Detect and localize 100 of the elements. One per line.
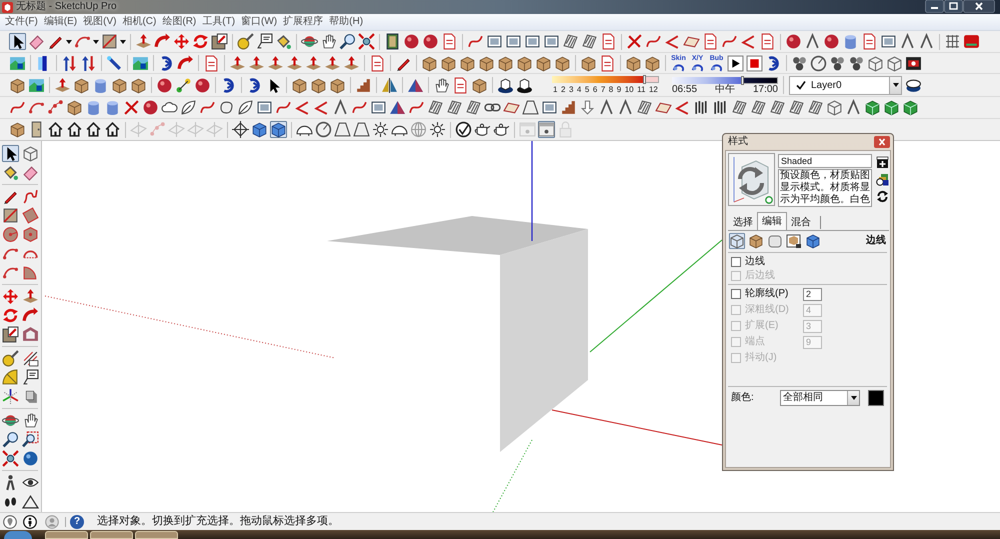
box-arrow-icon[interactable]: [267, 54, 284, 72]
box-icon[interactable]: [535, 54, 552, 72]
hatched-shape-icon[interactable]: [581, 33, 598, 50]
box-icon[interactable]: [291, 76, 308, 94]
circle-icon[interactable]: [315, 121, 332, 138]
number-field[interactable]: 2: [803, 288, 822, 300]
arrow-down-icon[interactable]: [579, 99, 596, 116]
box-icon[interactable]: [497, 54, 514, 72]
leaf-icon[interactable]: [237, 99, 254, 116]
start-button[interactable]: [4, 531, 32, 539]
cylinder-icon[interactable]: [85, 99, 102, 116]
document-icon[interactable]: [861, 33, 878, 50]
tape-measure-icon[interactable]: [2, 350, 19, 367]
document-icon[interactable]: [759, 33, 776, 50]
teapot-icon[interactable]: [474, 121, 491, 138]
frame-icon[interactable]: [880, 33, 897, 50]
box-icon[interactable]: [864, 99, 881, 116]
peak-icon[interactable]: [598, 99, 615, 116]
triangle-icon[interactable]: [407, 76, 424, 94]
menu-item[interactable]: 扩展程序: [280, 14, 326, 30]
peak-icon[interactable]: [845, 99, 862, 116]
frame-icon[interactable]: [370, 99, 387, 116]
menu-item[interactable]: 绘图(R): [159, 14, 200, 30]
sun-icon[interactable]: [429, 121, 446, 138]
hatched-shape-icon[interactable]: [807, 99, 824, 116]
orbit-icon[interactable]: [301, 33, 318, 50]
curve-icon[interactable]: [721, 33, 738, 50]
cylinder-icon[interactable]: [104, 99, 121, 116]
location-icon[interactable]: [3, 514, 17, 528]
caret-icon[interactable]: [93, 40, 99, 44]
rectangle-icon[interactable]: [2, 207, 19, 224]
teapot-icon[interactable]: [493, 121, 510, 138]
frame-icon[interactable]: [524, 33, 541, 50]
frame-icon[interactable]: [541, 99, 558, 116]
eraser-icon[interactable]: [28, 33, 45, 50]
box-icon[interactable]: [9, 121, 26, 138]
house-icon[interactable]: [85, 121, 102, 138]
caret-icon[interactable]: [120, 40, 126, 44]
maximize-icon[interactable]: [944, 0, 963, 13]
triangle-icon[interactable]: [22, 493, 39, 510]
protractor-icon[interactable]: [2, 369, 19, 386]
rotate-icon[interactable]: [192, 33, 209, 50]
box-icon[interactable]: [580, 54, 597, 72]
curved-arrow-icon[interactable]: [22, 307, 39, 324]
box-arrow-icon[interactable]: [305, 54, 322, 72]
angle-icon[interactable]: [313, 99, 330, 116]
cursor-icon[interactable]: [2, 145, 19, 162]
book-icon[interactable]: [384, 33, 401, 50]
house-icon[interactable]: [104, 121, 121, 138]
checkbox[interactable]: [731, 289, 741, 299]
box-icon[interactable]: [625, 54, 642, 72]
check-circle-icon[interactable]: [455, 121, 472, 138]
menu-item[interactable]: 文件(F): [2, 14, 41, 30]
menu-item[interactable]: 编辑(E): [40, 14, 80, 30]
sphere-icon[interactable]: [403, 33, 420, 50]
hatched-shape-icon[interactable]: [446, 99, 463, 116]
hand-icon[interactable]: [433, 76, 450, 94]
box-icon[interactable]: [421, 54, 438, 72]
curved-arrow-icon[interactable]: [154, 33, 171, 50]
dropdown-button[interactable]: [847, 391, 859, 405]
curve-icon[interactable]: [467, 33, 484, 50]
menu-item[interactable]: 相机(C): [119, 14, 160, 30]
document-icon[interactable]: [702, 33, 719, 50]
stop-icon[interactable]: [746, 54, 763, 72]
diagonal-line-icon[interactable]: [106, 54, 123, 72]
node-icon[interactable]: [175, 76, 192, 94]
curved-arrow-icon[interactable]: [177, 54, 194, 72]
menu-item[interactable]: 窗口(W): [238, 14, 280, 30]
angle-icon[interactable]: [740, 33, 757, 50]
document-icon[interactable]: [203, 54, 220, 72]
freehand-icon[interactable]: [22, 188, 39, 205]
sphere-icon[interactable]: [422, 33, 439, 50]
dropdown-button[interactable]: [889, 76, 901, 94]
trapezoid-icon[interactable]: [353, 121, 370, 138]
caret-icon[interactable]: [66, 40, 72, 44]
peak-icon[interactable]: [332, 99, 349, 116]
sphere-icon[interactable]: [785, 33, 802, 50]
checkbox[interactable]: [731, 257, 741, 267]
map-icon[interactable]: [9, 54, 26, 72]
box-icon[interactable]: [329, 76, 346, 94]
move-icon[interactable]: [173, 33, 190, 50]
overlapping-squares-icon[interactable]: [2, 326, 19, 343]
cross-lines-icon[interactable]: [626, 33, 643, 50]
orbit-icon[interactable]: [2, 412, 19, 429]
hatched-shape-icon[interactable]: [465, 99, 482, 116]
hatched-shape-icon[interactable]: [750, 99, 767, 116]
peak-icon[interactable]: [918, 33, 935, 50]
box-icon[interactable]: [440, 54, 457, 72]
paint-bucket-icon[interactable]: [275, 33, 292, 50]
tab[interactable]: 选择: [729, 215, 757, 230]
box-icon[interactable]: [73, 76, 90, 94]
curve-icon[interactable]: [199, 99, 216, 116]
box-icon[interactable]: [748, 233, 764, 249]
sphere-icon[interactable]: [22, 450, 39, 467]
style-name-field[interactable]: Shaded: [778, 154, 872, 168]
parallel-lines-icon[interactable]: [22, 350, 39, 367]
box-icon[interactable]: [883, 99, 900, 116]
curve-icon[interactable]: [275, 99, 292, 116]
cross-lines-icon[interactable]: [123, 99, 140, 116]
overlapping-squares-icon[interactable]: [211, 33, 228, 50]
